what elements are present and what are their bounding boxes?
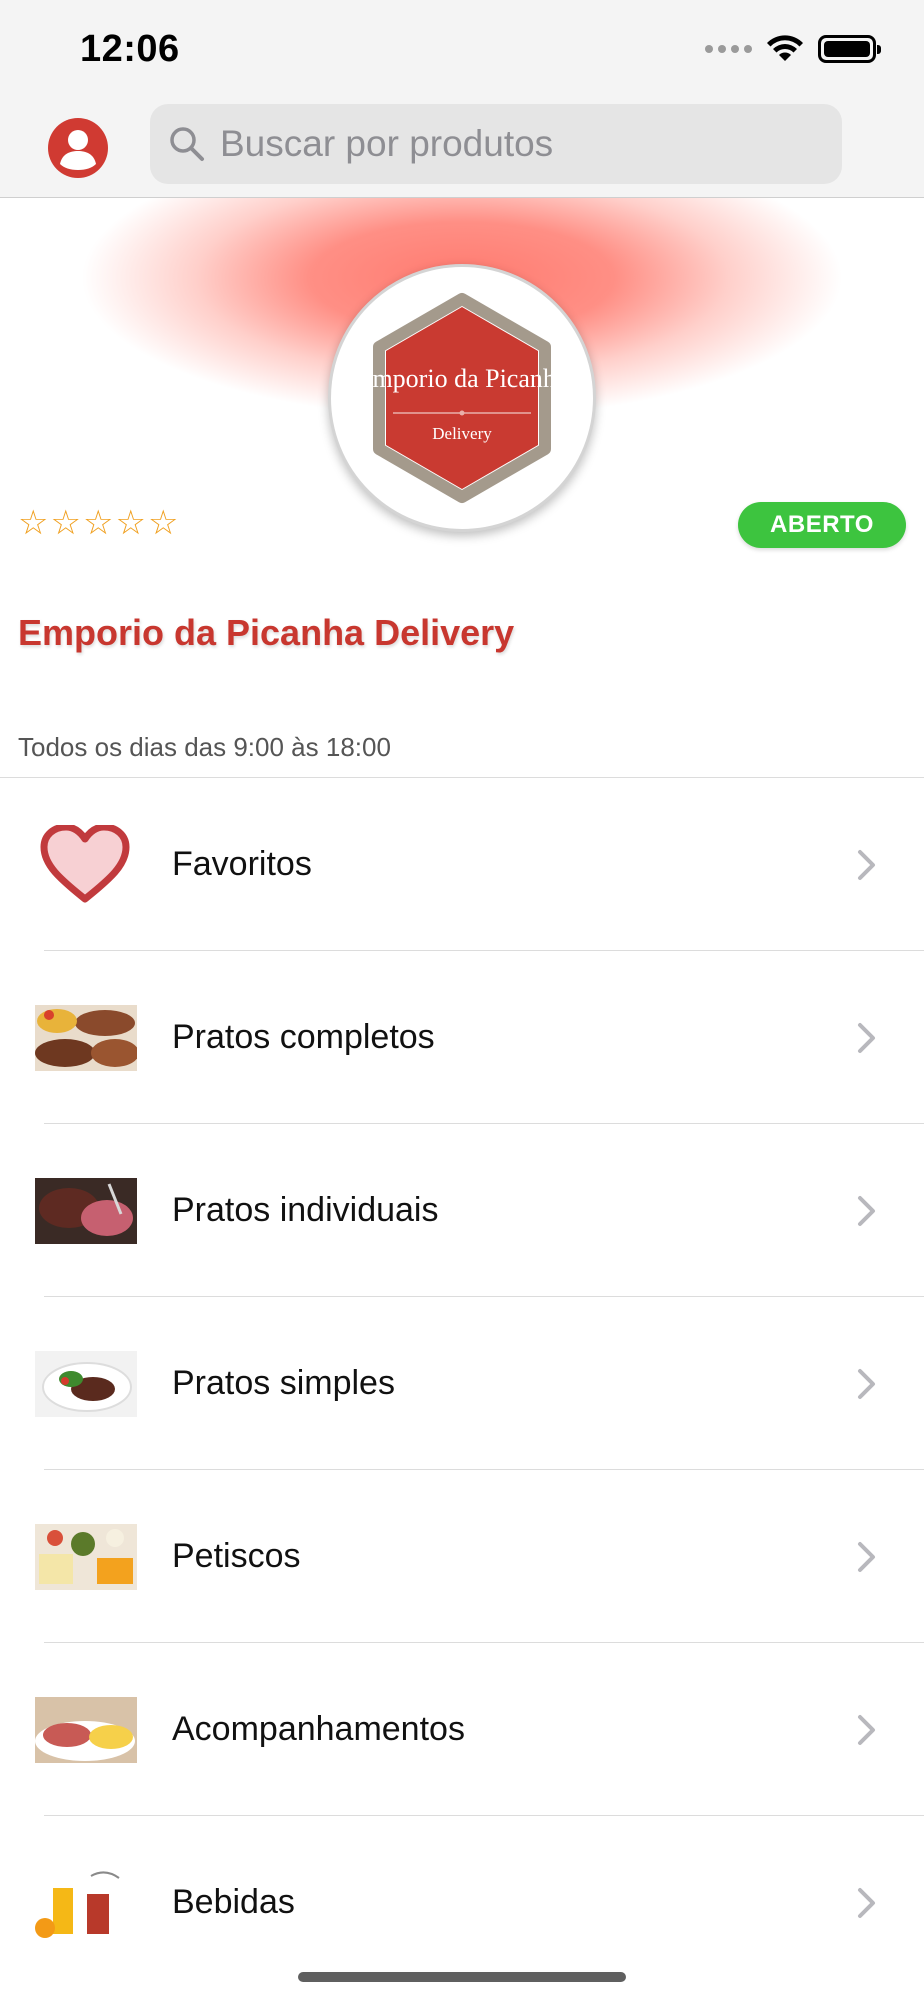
category-item-favoritos[interactable]: Favoritos — [0, 778, 924, 951]
chevron-right-icon — [858, 1022, 875, 1053]
category-label: Favoritos — [172, 845, 312, 883]
category-item-pratos-individuais[interactable]: Pratos individuais — [0, 1124, 924, 1297]
category-label: Acompanhamentos — [172, 1710, 465, 1748]
chevron-right-icon — [858, 1368, 875, 1399]
status-badge: ABERTO — [738, 502, 906, 548]
category-label: Bebidas — [172, 1883, 295, 1921]
acompanhamentos-image — [35, 1696, 137, 1763]
star-icon: ☆ — [50, 504, 81, 542]
category-label: Petiscos — [172, 1537, 301, 1575]
signal-icon — [705, 45, 752, 53]
search-bar[interactable] — [150, 104, 842, 184]
pratos-simples-image — [35, 1350, 137, 1417]
pratos-completos-image — [35, 1004, 137, 1071]
user-icon[interactable] — [48, 118, 108, 178]
star-icon: ☆ — [147, 504, 179, 542]
category-list: Favoritos Pratos completos Pratos indivi… — [0, 777, 924, 1989]
category-item-pratos-completos[interactable]: Pratos completos — [0, 951, 924, 1124]
star-icon: ☆ — [82, 504, 114, 542]
category-item-pratos-simples[interactable]: Pratos simples — [0, 1297, 924, 1470]
top-nav-bar — [0, 100, 924, 198]
chevron-right-icon — [858, 1887, 875, 1918]
store-name: Emporio da Picanha Delivery — [18, 612, 515, 653]
category-label: Pratos individuais — [172, 1191, 439, 1229]
status-time: 12:06 — [80, 28, 180, 70]
status-bar: 12:06 — [0, 0, 924, 100]
heart-icon — [40, 824, 130, 905]
pratos-individuais-image — [35, 1177, 137, 1244]
bebidas-image — [35, 1867, 137, 1938]
star-icon: ☆ — [115, 504, 146, 542]
search-input[interactable] — [220, 123, 800, 165]
chevron-right-icon — [858, 1195, 875, 1226]
status-icons — [705, 34, 881, 64]
rating-stars: ☆ ☆ ☆ ☆ ☆ — [18, 506, 178, 540]
chevron-right-icon — [858, 1714, 875, 1745]
opening-hours: Todos os dias das 9:00 às 18:00 — [18, 732, 391, 762]
search-icon — [170, 127, 204, 161]
battery-icon — [818, 35, 881, 63]
logo-text: Emporio da Picanha — [357, 364, 568, 393]
category-item-acompanhamentos[interactable]: Acompanhamentos — [0, 1643, 924, 1816]
petiscos-image — [35, 1523, 137, 1590]
logo-subtext: Delivery — [432, 424, 492, 443]
category-item-petiscos[interactable]: Petiscos — [0, 1470, 924, 1643]
category-label: Pratos simples — [172, 1364, 395, 1402]
home-indicator[interactable] — [298, 1972, 626, 1982]
wifi-icon — [767, 35, 803, 61]
chevron-right-icon — [858, 1541, 875, 1572]
chevron-right-icon — [858, 849, 875, 880]
category-label: Pratos completos — [172, 1018, 435, 1056]
category-item-bebidas[interactable]: Bebidas — [0, 1816, 924, 1989]
star-icon: ☆ — [18, 504, 49, 542]
store-logo: Emporio da Picanha Delivery — [328, 264, 596, 532]
